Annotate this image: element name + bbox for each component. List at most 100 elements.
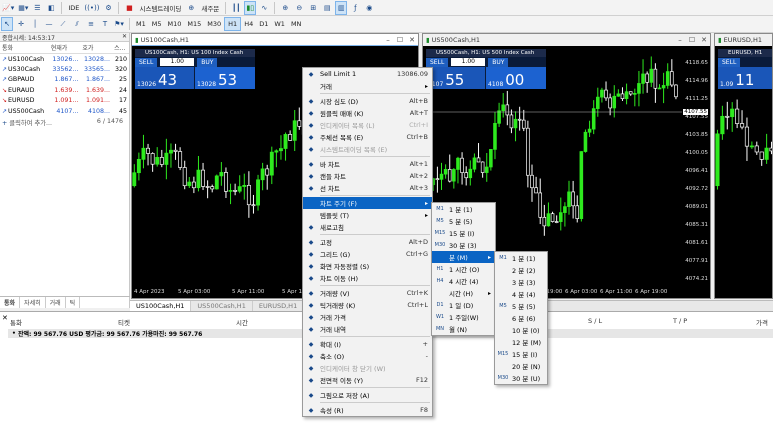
cursor-icon[interactable]: ↖	[1, 17, 13, 31]
menu-item[interactable]: 6 분 (6)	[495, 312, 547, 324]
ide-button[interactable]: IDE	[66, 1, 81, 15]
menu-item[interactable]: 4 분 (4)	[495, 288, 547, 300]
menu-item[interactable]: 시간 (H) ▸	[432, 287, 495, 299]
menu-item[interactable]: ◆ 전면적 이동 (Y) F12	[303, 374, 432, 386]
table-row[interactable]: ↘EURAUD 1.639... 1.639... 24	[0, 85, 129, 96]
chart-titlebar[interactable]: ▮ US100Cash,H1 – ☐ ✕	[132, 34, 418, 46]
menu-item[interactable]: 거래 ▸	[303, 80, 432, 92]
menu-item[interactable]: ◆ 차트 이동 (H)	[303, 272, 432, 284]
menu-item[interactable]: ◆ 그림으로 저장 (A)	[303, 389, 432, 401]
timeframe-h4[interactable]: H4	[241, 17, 256, 31]
menu-item[interactable]: ◆ 새로고침	[303, 221, 432, 233]
column-price[interactable]: 가격	[756, 317, 768, 327]
column-symbol[interactable]: 통화	[10, 317, 22, 327]
menu-item[interactable]: ◆ 원클릭 매매 (K) Alt+T	[303, 107, 432, 119]
menu-item[interactable]: M15 15 분 (I)	[495, 348, 547, 360]
close-icon[interactable]: ✕	[406, 36, 418, 44]
menu-item[interactable]: 20 분 (N)	[495, 360, 547, 372]
minimize-icon[interactable]: –	[674, 36, 686, 44]
timeframe-mn[interactable]: MN	[288, 17, 304, 31]
channel-icon[interactable]: ⫽	[71, 17, 83, 31]
buy-button[interactable]: BUY	[197, 57, 218, 67]
sell-price[interactable]: 13026 43	[135, 67, 195, 89]
fibonacci-icon[interactable]: ≡	[85, 17, 97, 31]
timeframe-d1[interactable]: D1	[256, 17, 271, 31]
chart-window-eurusd[interactable]: ▮ EURUSD,H1 EURUSD, H1 SELL 1.09 11	[714, 33, 773, 299]
column-bid[interactable]: 현재가	[48, 42, 81, 54]
menu-item[interactable]: D1 1 일 (D)	[432, 299, 495, 311]
signals-icon[interactable]: ((•))	[83, 1, 100, 15]
table-row[interactable]: ↗US100Cash 13026... 13028... 210	[0, 54, 129, 65]
menu-item[interactable]: ◆ 틱거래량 (K) Ctrl+L	[303, 299, 432, 311]
menu-item[interactable]: ◆ 축소 (O) -	[303, 350, 432, 362]
menu-item[interactable]: M30 30 분 (3)	[432, 239, 495, 251]
sell-price[interactable]: 1.09 11	[718, 67, 772, 89]
menu-item[interactable]: ◆ 캔들 차트 Alt+2	[303, 170, 432, 182]
table-row[interactable]: ↗US500Cash 4107... 4108... 45	[0, 106, 129, 117]
new-chart-icon[interactable]: 📈▾	[1, 1, 15, 15]
chart-area[interactable]: EURUSD, H1 SELL 1.09 11	[715, 46, 772, 298]
menu-item[interactable]: M30 30 분 (U)	[495, 372, 547, 384]
tile-windows-icon[interactable]: ⊞	[307, 1, 319, 15]
sell-price[interactable]: 4107 55	[426, 67, 486, 89]
menu-item[interactable]: ◆ 거래 가격	[303, 311, 432, 323]
tab-details[interactable]: 자세히	[20, 297, 46, 308]
menu-item[interactable]: H1 1 시간 (O)	[432, 263, 495, 275]
chart-titlebar[interactable]: ▮ US500Cash,H1 – ☐ ✕	[423, 34, 710, 46]
indicators-icon[interactable]: ƒ	[349, 1, 361, 15]
candle-chart-icon[interactable]: ▮▯	[244, 0, 257, 15]
menu-item[interactable]: ◆ 주체선 목록 (E) Ctrl+B	[303, 131, 432, 143]
sell-button[interactable]: SELL	[135, 57, 158, 67]
menu-item[interactable]: ◆ 선 차트 Alt+3	[303, 182, 432, 194]
chart-tab-eurusd[interactable]: EURUSD,H1	[253, 301, 305, 311]
menu-item[interactable]: 템플릿 (T) ▸	[303, 209, 432, 221]
menu-item[interactable]: ◆ 고정 Alt+D	[303, 236, 432, 248]
shapes-icon[interactable]: ⚑▾	[113, 17, 125, 31]
text-icon[interactable]: T	[99, 17, 111, 31]
buy-button[interactable]: BUY	[488, 57, 509, 67]
crosshair-icon[interactable]: ✛	[15, 17, 27, 31]
menu-item[interactable]: MN 월 (N)	[432, 323, 495, 335]
menu-item[interactable]: M15 15 분 (I)	[432, 227, 495, 239]
menu-item[interactable]: ◆ 바 차트 Alt+1	[303, 158, 432, 170]
menu-item[interactable]: W1 1 주일(W)	[432, 311, 495, 323]
menu-item[interactable]: 2 분 (2)	[495, 264, 547, 276]
new-order-button[interactable]: 새주문	[199, 1, 221, 15]
new-order-icon[interactable]: ⊕	[185, 1, 197, 15]
timeframe-m5[interactable]: M5	[149, 17, 165, 31]
horizontal-line-icon[interactable]: —	[43, 17, 55, 31]
column-time[interactable]: 시간	[236, 317, 248, 327]
menu-item[interactable]: M1 1 분 (1)	[432, 203, 495, 215]
menu-item[interactable]: ◆ 화면 자동정렬 (S)	[303, 260, 432, 272]
algo-trading-button[interactable]: 시스템트레이딩	[137, 1, 183, 15]
menu-item[interactable]: 차트 주기 (F) ▸	[303, 197, 432, 209]
add-symbol-row[interactable]: + 클릭하여 추가... 6 / 1476	[0, 117, 129, 128]
menu-item[interactable]: H4 4 시간 (4)	[432, 275, 495, 287]
close-icon[interactable]: ✕	[698, 36, 710, 44]
vps-icon[interactable]: ⚙	[102, 1, 114, 15]
timeframe-m10[interactable]: M10	[165, 17, 185, 31]
timeframe-w1[interactable]: W1	[271, 17, 288, 31]
lot-input[interactable]: 1.00	[160, 58, 195, 66]
buy-price[interactable]: 4108 00	[486, 67, 546, 89]
menu-item[interactable]: M5 5 분 (5)	[432, 215, 495, 227]
table-row[interactable]: ↘EURUSD 1.091... 1.091... 17	[0, 96, 129, 107]
chart-tab-us500[interactable]: US500Cash,H1	[191, 301, 253, 311]
tab-ticks[interactable]: 틱	[66, 297, 81, 308]
menu-item[interactable]: M5 5 분 (5)	[495, 300, 547, 312]
close-icon[interactable]: ✕	[2, 314, 8, 322]
timeframe-m15[interactable]: M15	[184, 17, 204, 31]
sell-button[interactable]: SELL	[718, 57, 741, 67]
chart-shift-icon[interactable]: ▥	[335, 0, 348, 15]
menu-item[interactable]: ◆ 속성 (R) F8	[303, 404, 432, 416]
tab-symbols[interactable]: 통화	[0, 297, 21, 308]
menu-item[interactable]: 10 분 (0)	[495, 324, 547, 336]
table-row[interactable]: ↗GBPAUD 1.867... 1.867... 25	[0, 75, 129, 86]
menu-item[interactable]: 분 (M) ▸	[432, 251, 495, 263]
column-ticket[interactable]: 티켓	[118, 317, 130, 327]
chart-titlebar[interactable]: ▮ EURUSD,H1	[715, 34, 772, 46]
menu-item[interactable]: ◆ Sell Limit 1 13086.09	[303, 68, 432, 80]
timeframe-h1[interactable]: H1	[224, 17, 242, 31]
menu-item[interactable]: ◆ 시스템트레이딩 목록 (E)	[303, 143, 432, 155]
line-chart-icon[interactable]: ∿	[258, 1, 270, 15]
